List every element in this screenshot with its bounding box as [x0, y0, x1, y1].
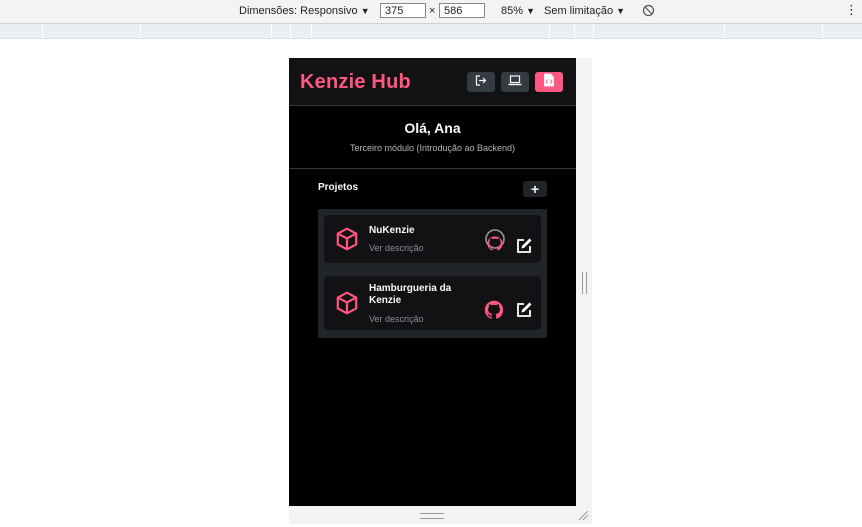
more-menu-icon[interactable]: ⋮ [845, 2, 858, 18]
add-project-button[interactable]: + [523, 181, 547, 197]
cube-icon [334, 226, 360, 257]
brand-logo[interactable]: Kenzie Hub [300, 71, 411, 94]
github-icon[interactable] [484, 300, 504, 325]
throttle-label: Sem limitação [544, 5, 614, 17]
code-file-button[interactable] [535, 72, 563, 92]
times-sign: × [429, 5, 436, 17]
devtools-device-toolbar: Dimensões: Responsivo ▼ 375 × 586 85% ▼ … [0, 0, 862, 24]
laptop-button[interactable] [501, 72, 529, 92]
width-input[interactable]: 375 [380, 3, 426, 18]
edit-icon[interactable] [515, 237, 533, 260]
edit-icon[interactable] [515, 301, 533, 324]
media-query-ruler[interactable] [0, 24, 862, 39]
zoom-label: 85% [501, 5, 524, 17]
greeting-title: Olá, Ana [404, 120, 461, 136]
project-description-link[interactable]: Ver descrição [369, 243, 424, 253]
resize-handle-right[interactable] [582, 272, 587, 294]
zoom-dropdown[interactable]: 85% ▼ [501, 5, 535, 17]
rotate-icon[interactable] [642, 4, 655, 20]
github-icon[interactable] [484, 228, 506, 261]
project-description-link[interactable]: Ver descrição [369, 314, 424, 324]
project-title: NuKenzie [369, 225, 415, 236]
project-card[interactable]: Hamburgueria da Kenzie Ver descrição [324, 276, 541, 330]
resize-handle-bottom[interactable] [420, 513, 444, 519]
dimensions-label: Dimensões: Responsivo [239, 5, 358, 17]
projects-list: NuKenzie Ver descrição Hamburgueria da K… [318, 209, 547, 338]
projects-title: Projetos [318, 182, 359, 193]
resize-corner-icon[interactable] [577, 508, 589, 526]
laptop-icon [508, 73, 522, 91]
throttle-dropdown[interactable]: Sem limitação ▼ [544, 5, 625, 17]
logout-button[interactable] [467, 72, 495, 92]
project-title: Hamburgueria da Kenzie [369, 283, 452, 306]
app-header: Kenzie Hub [289, 58, 576, 106]
code-file-icon [543, 73, 555, 92]
user-module: Terceiro módulo (Introdução ao Backend) [349, 143, 516, 153]
logout-icon [475, 73, 487, 91]
dimensions-dropdown[interactable]: Dimensões: Responsivo ▼ [239, 5, 370, 17]
user-greeting-section: Olá, Ana Terceiro módulo (Introdução ao … [289, 105, 576, 169]
device-viewport: Kenzie Hub Olá, Ana Terceiro módulo (Int… [289, 58, 576, 506]
height-input[interactable]: 586 [439, 3, 485, 18]
project-card[interactable]: NuKenzie Ver descrição [324, 215, 541, 263]
chevron-down-icon: ▼ [616, 6, 626, 16]
chevron-down-icon: ▼ [526, 6, 536, 16]
chevron-down-icon: ▼ [360, 6, 370, 16]
cube-icon [334, 290, 360, 321]
